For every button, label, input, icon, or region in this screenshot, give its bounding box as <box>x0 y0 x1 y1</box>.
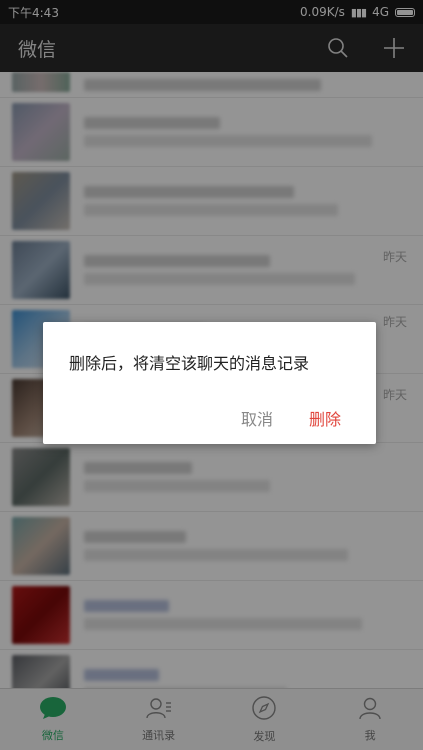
chat-row[interactable] <box>0 98 423 167</box>
signal-icon: ▮▮▮ <box>350 5 367 19</box>
contacts-icon <box>145 696 173 724</box>
app-title: 微信 <box>18 38 57 61</box>
avatar <box>12 103 70 161</box>
tab-chats-label: 微信 <box>41 729 64 742</box>
delete-confirm-dialog: 删除后，将清空该聊天的消息记录 取消 删除 <box>43 322 376 444</box>
chat-row-texts <box>84 249 423 291</box>
chat-row-texts <box>84 456 423 498</box>
battery-icon <box>395 7 415 17</box>
avatar <box>12 241 70 299</box>
tab-me-label: 我 <box>364 729 376 742</box>
chat-row[interactable] <box>0 512 423 581</box>
status-indicators: 0.09K/s ▮▮▮ 4G <box>300 5 415 19</box>
add-icon[interactable] <box>383 37 405 59</box>
chat-row[interactable] <box>0 581 423 650</box>
tab-discover-label: 发现 <box>253 730 276 743</box>
chat-row[interactable] <box>0 443 423 512</box>
chat-row-texts <box>84 73 423 97</box>
chat-row-texts <box>84 594 423 636</box>
chat-row-texts <box>84 111 423 153</box>
tab-contacts-label: 通讯录 <box>142 729 176 742</box>
chat-bubble-icon <box>39 696 67 724</box>
compass-icon <box>251 695 277 725</box>
tab-me[interactable]: 我 <box>317 689 423 750</box>
header-actions <box>327 37 405 59</box>
network-type: 4G <box>372 5 389 19</box>
chat-row[interactable]: 昨天 <box>0 236 423 305</box>
delete-button[interactable]: 删除 <box>309 406 341 430</box>
cancel-button[interactable]: 取消 <box>241 406 273 430</box>
chat-row-texts <box>84 663 423 688</box>
tab-discover[interactable]: 发现 <box>212 689 318 750</box>
avatar <box>12 517 70 575</box>
chat-row-texts <box>84 180 423 222</box>
status-time: 下午4:43 <box>8 5 59 20</box>
dialog-message: 删除后，将清空该聊天的消息记录 <box>69 354 310 373</box>
tab-contacts[interactable]: 通讯录 <box>106 689 212 750</box>
avatar <box>12 655 70 688</box>
chat-time: 昨天 <box>382 315 407 329</box>
tab-chats[interactable]: 微信 <box>0 689 106 750</box>
avatar <box>12 448 70 506</box>
avatar <box>12 72 70 92</box>
person-icon <box>357 696 383 724</box>
tab-bar: 微信 通讯录 发现 我 <box>0 688 423 750</box>
status-bar: 下午4:43 0.09K/s ▮▮▮ 4G <box>0 0 423 24</box>
chat-time: 昨天 <box>382 388 407 402</box>
chat-row-texts <box>84 525 423 567</box>
avatar <box>12 172 70 230</box>
chat-time: 昨天 <box>382 250 407 264</box>
net-speed: 0.09K/s <box>300 5 345 19</box>
chat-row[interactable] <box>0 650 423 688</box>
avatar <box>12 586 70 644</box>
chat-row[interactable] <box>0 72 423 98</box>
chat-row[interactable] <box>0 167 423 236</box>
search-icon[interactable] <box>327 37 349 59</box>
app-header: 微信 <box>0 24 423 72</box>
